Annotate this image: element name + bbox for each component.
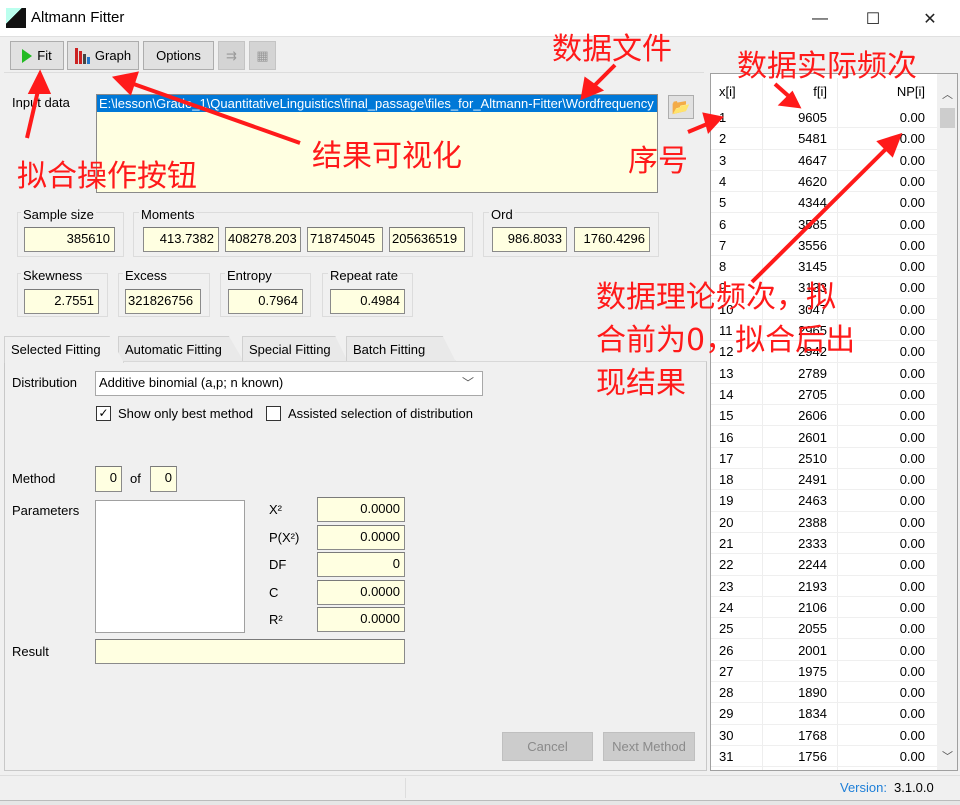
annotation-fit-button: 拟合操作按钮 xyxy=(17,159,197,194)
arrow-theory xyxy=(750,141,894,284)
annotation-actual-freq: 数据实际频次 xyxy=(737,49,917,84)
annotation-data-file: 数据文件 xyxy=(552,32,672,67)
arrow-graph xyxy=(127,80,301,145)
annotation-visualize: 结果可视化 xyxy=(312,139,462,174)
annotation-arrows xyxy=(25,63,903,284)
annotation-theory-1: 数据理论频次，拟 xyxy=(596,280,836,315)
tab-selected-fitting[interactable]: Selected Fitting xyxy=(4,336,124,363)
annotation-theory-2: 合前为0，拟合后出 xyxy=(596,323,856,358)
annotation-index: 序号 xyxy=(628,144,688,179)
annotation-theory-3: 现结果 xyxy=(596,366,686,401)
